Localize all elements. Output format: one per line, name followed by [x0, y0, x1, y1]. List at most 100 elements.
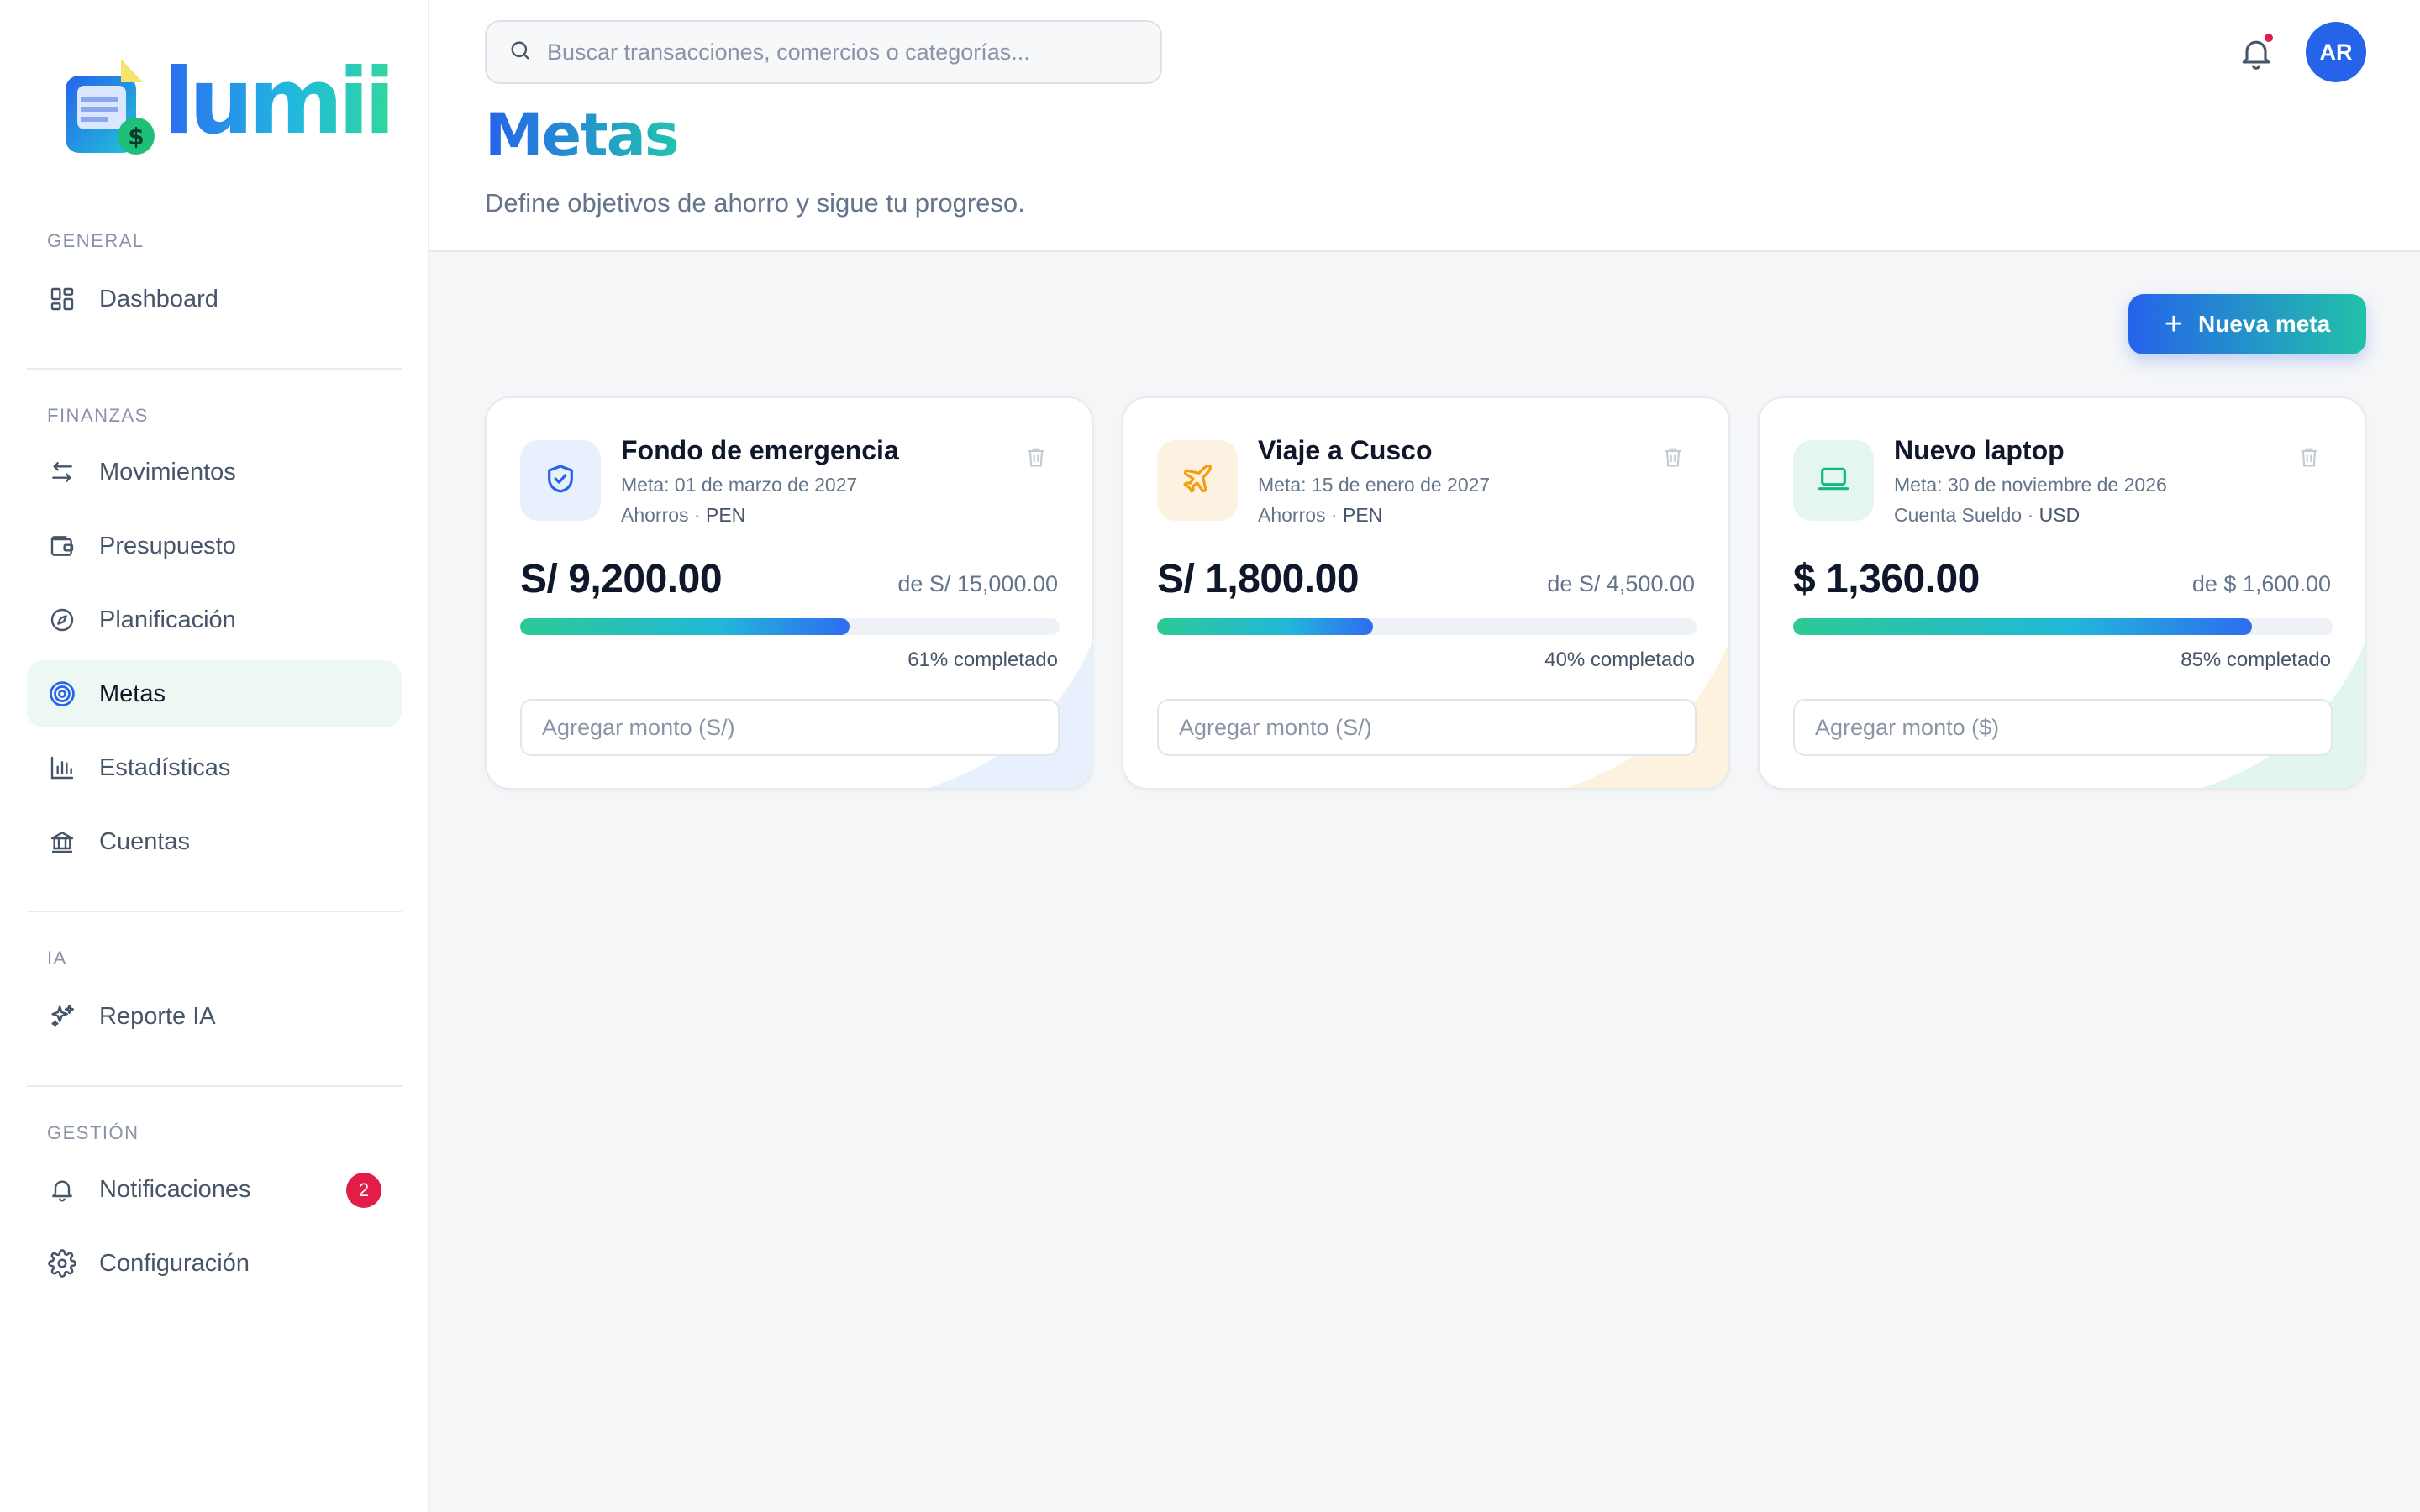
arrows-swap-icon: [47, 457, 77, 487]
sidebar-item-label: Planificación: [99, 606, 236, 633]
sidebar-item-label: Dashboard: [99, 285, 218, 312]
currency-code: PEN: [706, 504, 746, 526]
goal-progress-label: 40% completado: [1544, 648, 1695, 671]
bell-icon: [47, 1174, 77, 1205]
goal-title: Fondo de emergencia: [621, 435, 899, 465]
bar-chart-icon: [47, 753, 77, 783]
goal-account: Ahorros · PEN: [1258, 504, 1383, 526]
goal-progress-bar: [1157, 618, 1697, 635]
sidebar-item-label: Reporte IA: [99, 1002, 216, 1030]
search-input[interactable]: [547, 39, 1152, 66]
sidebar-item-label: Estadísticas: [99, 753, 231, 781]
trash-icon: [1024, 448, 1048, 474]
search-icon: [508, 39, 532, 66]
goal-date: Meta: 30 de noviembre de 2026: [1894, 474, 2167, 496]
goal-progress-label: 61% completado: [908, 648, 1058, 671]
sidebar-item-notificaciones[interactable]: Notificaciones 2: [27, 1156, 402, 1223]
sparkles-icon: [47, 1001, 77, 1032]
goal-saved-amount: S/ 9,200.00: [520, 557, 723, 601]
goal-icon-badge: [1793, 440, 1874, 521]
wallet-icon: [47, 531, 77, 561]
unread-indicator: [2263, 32, 2275, 44]
goal-date: Meta: 15 de enero de 2027: [1258, 474, 1491, 496]
delete-goal-button[interactable]: [2297, 444, 2321, 470]
sidebar-item-movimientos[interactable]: Movimientos: [27, 438, 402, 506]
divider: [27, 1085, 402, 1087]
goal-progress-bar: [520, 618, 1060, 635]
plus-icon: +: [2164, 307, 2183, 342]
new-goal-button[interactable]: + Nueva meta: [2128, 294, 2366, 354]
sidebar-item-configuracion[interactable]: Configuración: [27, 1230, 402, 1297]
trash-icon: [1661, 448, 1685, 474]
currency-code: USD: [2039, 504, 2081, 526]
add-amount-input[interactable]: [1793, 699, 2333, 756]
goal-target-amount: de S/ 4,500.00: [1547, 571, 1695, 596]
compass-icon: [47, 605, 77, 635]
sidebar-item-label: Cuentas: [99, 827, 191, 855]
delete-goal-button[interactable]: [1661, 444, 1685, 470]
account-name: Ahorros: [621, 504, 689, 526]
delete-goal-button[interactable]: [1024, 444, 1048, 470]
sidebar-item-label: Movimientos: [99, 458, 236, 486]
grid-icon: [47, 284, 77, 314]
goal-icon-badge: [1157, 440, 1238, 521]
divider: [27, 368, 402, 370]
laptop-icon: [1817, 462, 1850, 500]
avatar[interactable]: AR: [2306, 22, 2366, 82]
currency-code: PEN: [1343, 504, 1383, 526]
brand-name: lumii: [163, 50, 395, 155]
goal-progress-fill: [1157, 618, 1373, 635]
goal-saved-amount: $ 1,360.00: [1793, 557, 1980, 601]
nav-section-ia: IA: [47, 948, 67, 969]
svg-text:$: $: [128, 123, 144, 150]
brand-logo[interactable]: $ lumii: [62, 49, 395, 166]
page-title: Metas: [485, 101, 679, 170]
goal-card: Viaje a Cusco Meta: 15 de enero de 2027 …: [1122, 396, 1730, 790]
divider: [27, 911, 402, 912]
goal-target-amount: de $ 1,600.00: [2191, 571, 2331, 596]
goal-progress-label: 85% completado: [2181, 648, 2331, 671]
account-name: Cuenta Sueldo: [1894, 504, 2023, 526]
wallet-logo-icon: $: [66, 59, 155, 155]
nav-section-finanzas: FINANZAS: [47, 405, 149, 426]
bank-icon: [47, 827, 77, 857]
bell-icon: [2238, 40, 2275, 76]
sidebar-item-label: Notificaciones: [99, 1175, 251, 1203]
sidebar-item-presupuesto[interactable]: Presupuesto: [27, 512, 402, 580]
sidebar: $ lumii GENERAL Dashboard FINANZAS Movim…: [0, 0, 429, 1512]
add-amount-input[interactable]: [1157, 699, 1697, 756]
goal-icon-badge: [520, 440, 601, 521]
account-name: Ahorros: [1258, 504, 1326, 526]
plane-icon: [1181, 462, 1214, 500]
sidebar-item-dashboard[interactable]: Dashboard: [27, 265, 402, 333]
sidebar-item-metas[interactable]: Metas: [27, 660, 402, 727]
goal-title: Viaje a Cusco: [1258, 435, 1433, 465]
sidebar-item-planificacion[interactable]: Planificación: [27, 586, 402, 654]
goal-progress-fill: [1793, 618, 2252, 635]
goal-date: Meta: 01 de marzo de 2027: [621, 474, 858, 496]
goal-saved-amount: S/ 1,800.00: [1157, 557, 1360, 601]
goal-progress-bar: [1793, 618, 2333, 635]
sidebar-item-cuentas[interactable]: Cuentas: [27, 808, 402, 875]
new-goal-label: Nueva meta: [2198, 311, 2331, 337]
target-icon: [47, 679, 77, 709]
add-amount-input[interactable]: [520, 699, 1060, 756]
sidebar-item-label: Metas: [99, 680, 166, 707]
page-subtitle: Define objetivos de ahorro y sigue tu pr…: [485, 188, 1025, 218]
sidebar-item-estadisticas[interactable]: Estadísticas: [27, 734, 402, 801]
notifications-button[interactable]: [2238, 32, 2275, 72]
trash-icon: [2297, 448, 2321, 474]
goal-card: Fondo de emergencia Meta: 01 de marzo de…: [485, 396, 1093, 790]
goal-account: Cuenta Sueldo · USD: [1894, 504, 2081, 526]
sidebar-item-label: Presupuesto: [99, 532, 236, 559]
goal-title: Nuevo laptop: [1894, 435, 2065, 465]
sidebar-item-reporte-ia[interactable]: Reporte IA: [27, 983, 402, 1050]
goal-progress-fill: [520, 618, 850, 635]
nav-section-general: GENERAL: [47, 230, 145, 251]
sidebar-item-label: Configuración: [99, 1249, 250, 1277]
page-header: AR Metas Define objetivos de ahorro y si…: [429, 0, 2420, 252]
goal-target-amount: de S/ 15,000.00: [897, 571, 1058, 596]
search-box[interactable]: [485, 20, 1162, 84]
notification-count-badge: 2: [346, 1173, 381, 1208]
gear-icon: [47, 1248, 77, 1278]
